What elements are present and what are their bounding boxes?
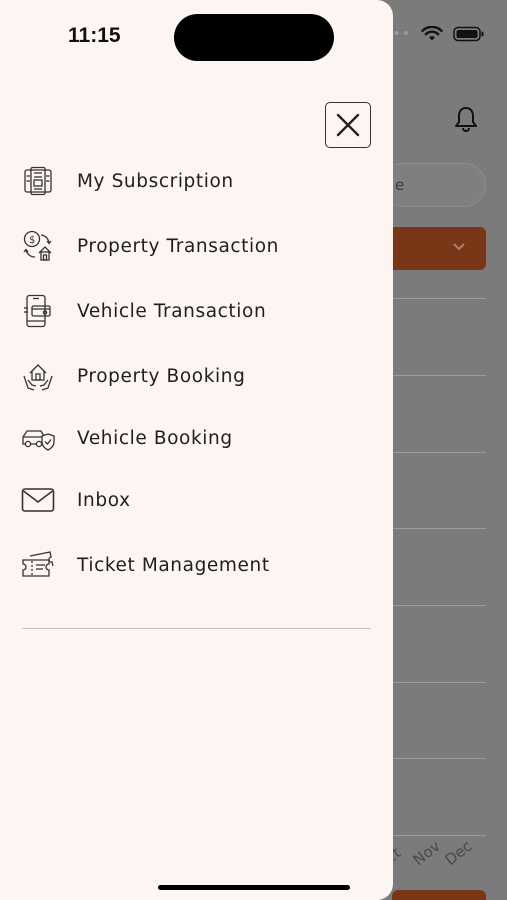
chart-gridline <box>392 452 486 453</box>
home-indicator <box>158 885 350 890</box>
vehicle-transaction-icon <box>20 293 56 329</box>
vehicle-booking-icon <box>20 420 56 456</box>
close-button[interactable] <box>325 102 371 148</box>
dynamic-island <box>174 14 334 61</box>
chart-gridline <box>392 605 486 606</box>
property-transaction-icon: $ <box>20 228 56 264</box>
chart-gridline <box>392 375 486 376</box>
menu-item-label: Vehicle Transaction <box>77 300 267 322</box>
menu-divider <box>22 628 371 629</box>
property-booking-icon <box>20 358 56 394</box>
mail-icon <box>20 482 56 518</box>
chart-gridline <box>392 682 486 683</box>
menu-item-label: Property Booking <box>77 365 246 387</box>
close-icon <box>336 113 360 137</box>
search-text: e <box>395 176 405 194</box>
bell-icon[interactable] <box>453 105 479 133</box>
menu-item-vehicle-transaction[interactable]: Vehicle Transaction <box>20 289 372 333</box>
svg-text:$: $ <box>29 235 35 246</box>
status-time: 11:15 <box>68 24 121 47</box>
menu-item-property-transaction[interactable]: $ Property Transaction <box>20 224 372 268</box>
battery-icon <box>453 26 484 42</box>
wifi-icon <box>421 26 443 41</box>
menu-item-label: Vehicle Booking <box>77 427 233 449</box>
chart-gridline <box>392 298 486 299</box>
subscription-icon <box>20 163 56 199</box>
chevron-down-icon <box>453 243 465 251</box>
bottom-button[interactable] <box>392 890 486 900</box>
menu-item-ticket-management[interactable]: Ticket Management <box>20 543 372 587</box>
menu-item-label: Property Transaction <box>77 235 279 257</box>
menu-item-inbox[interactable]: Inbox <box>20 478 372 522</box>
chart-month-labels: ct Nov Dec <box>382 836 507 880</box>
ticket-icon <box>20 547 56 583</box>
side-drawer: 11:15 My Subscription $ Property Transac… <box>0 0 393 900</box>
search-input[interactable]: e <box>380 163 486 207</box>
menu-item-label: My Subscription <box>77 170 234 192</box>
month-label: Dec <box>441 836 476 870</box>
menu-item-label: Inbox <box>77 489 131 511</box>
chart-gridline <box>392 835 486 836</box>
menu-item-property-booking[interactable]: Property Booking <box>20 354 372 398</box>
menu-item-vehicle-booking[interactable]: Vehicle Booking <box>20 416 372 460</box>
menu-item-my-subscription[interactable]: My Subscription <box>20 159 372 203</box>
chart-gridline <box>392 528 486 529</box>
filter-dropdown[interactable] <box>380 227 486 270</box>
menu-item-label: Ticket Management <box>77 554 270 576</box>
chart-gridline <box>392 758 486 759</box>
month-label: Nov <box>409 836 444 870</box>
